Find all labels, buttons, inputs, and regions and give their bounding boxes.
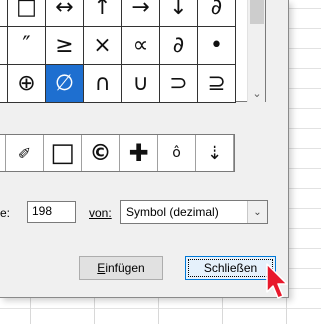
grid-cell[interactable]: ∪ bbox=[122, 65, 160, 103]
recent-symbol[interactable]: ✐ bbox=[6, 135, 44, 171]
grid-cell[interactable]: ↔ bbox=[46, 0, 84, 27]
from-label-text: von: bbox=[89, 206, 112, 220]
recent-symbol[interactable]: ✚ bbox=[120, 135, 158, 171]
grid-cell[interactable]: ″ bbox=[8, 27, 46, 65]
grid-edge bbox=[236, 65, 237, 103]
chevron-down-icon[interactable]: ⌄ bbox=[247, 201, 267, 223]
recent-symbol[interactable]: ⇣ bbox=[196, 135, 234, 171]
grid-cell[interactable]: ⊕ bbox=[8, 65, 46, 103]
grid-edge bbox=[236, 27, 237, 65]
from-select-value: Symbol (dezimal) bbox=[126, 205, 219, 219]
scrollbar-thumb[interactable] bbox=[250, 0, 264, 24]
grid-cell[interactable]: ∩ bbox=[84, 65, 122, 103]
mouse-cursor-icon bbox=[266, 263, 288, 299]
insert-button[interactable]: Einfügen bbox=[79, 256, 163, 280]
grid-cell[interactable]: ∂ bbox=[160, 27, 198, 65]
grid-cell[interactable]: × bbox=[84, 27, 122, 65]
character-code-label: e: bbox=[0, 206, 11, 220]
grid-cell[interactable]: ≥ bbox=[46, 27, 84, 65]
focus-rectangle bbox=[188, 259, 273, 277]
grid-cell[interactable]: ∂ bbox=[198, 0, 236, 27]
grid-cell[interactable]: ⊃ bbox=[160, 65, 198, 103]
recent-symbol[interactable]: □ bbox=[44, 135, 82, 171]
chevron-down-icon[interactable]: ⌄ bbox=[248, 84, 266, 102]
grid-cell[interactable]: ↑ bbox=[84, 0, 122, 27]
grid-cell[interactable]: ∝ bbox=[122, 27, 160, 65]
grid-cell[interactable] bbox=[0, 0, 8, 27]
from-select[interactable]: Symbol (dezimal) ⌄ bbox=[120, 200, 268, 224]
grid-cell[interactable]: → bbox=[122, 0, 160, 27]
symbol-dialog: □ ↔ ↑ → ↓ ∂ ″ ≥ × ∝ ∂ • ⊕ ∅ ∩ ∪ ⊃ ⊇ ⌄ ✐ … bbox=[0, 0, 289, 298]
grid-cell[interactable]: ↓ bbox=[160, 0, 198, 27]
grid-cell[interactable] bbox=[0, 65, 8, 103]
insert-button-label: Einfügen bbox=[97, 261, 145, 275]
recent-symbol[interactable]: © bbox=[82, 135, 120, 171]
close-button[interactable]: Schließen bbox=[185, 256, 276, 280]
from-label: von: bbox=[89, 206, 112, 220]
character-code-input[interactable]: 198 bbox=[27, 201, 76, 223]
recent-symbol[interactable]: ô bbox=[158, 135, 196, 171]
grid-cell[interactable] bbox=[0, 27, 8, 65]
grid-scrollbar[interactable]: ⌄ bbox=[247, 0, 265, 102]
symbol-grid[interactable]: □ ↔ ↑ → ↓ ∂ ″ ≥ × ∝ ∂ • ⊕ ∅ ∩ ∪ ⊃ ⊇ bbox=[0, 0, 266, 103]
grid-cell[interactable]: ⊇ bbox=[198, 65, 236, 103]
grid-cell[interactable]: • bbox=[198, 27, 236, 65]
recent-symbols: ✐ □ © ✚ ô ⇣ bbox=[0, 134, 235, 172]
grid-edge bbox=[236, 0, 237, 27]
grid-cell-selected[interactable]: ∅ bbox=[46, 65, 84, 103]
grid-cell[interactable]: □ bbox=[8, 0, 46, 27]
